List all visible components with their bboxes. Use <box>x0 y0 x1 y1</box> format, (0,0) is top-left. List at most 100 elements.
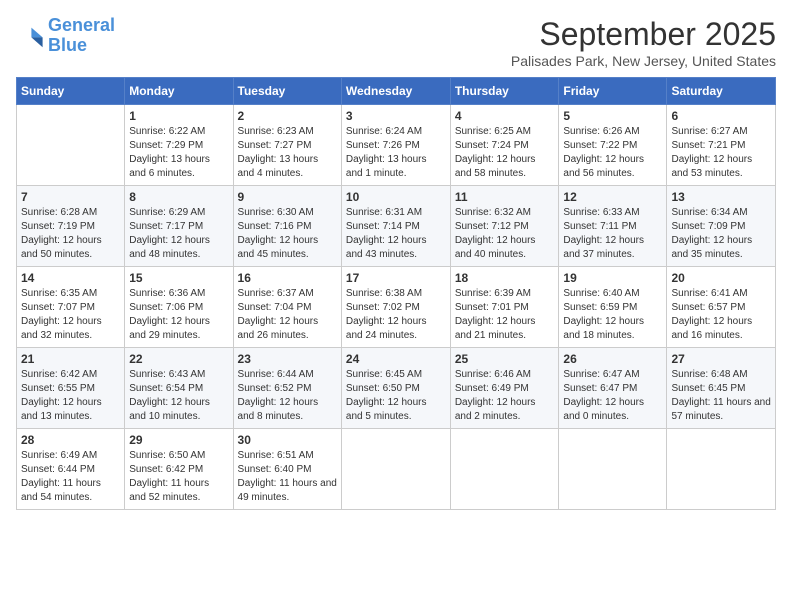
day-info: Sunrise: 6:23 AMSunset: 7:27 PMDaylight:… <box>238 125 337 181</box>
day-info: Sunrise: 6:32 AMSunset: 7:12 PMDaylight:… <box>455 206 555 262</box>
day-info: Sunrise: 6:38 AMSunset: 7:02 PMDaylight:… <box>346 287 446 343</box>
day-info: Sunrise: 6:26 AMSunset: 7:22 PMDaylight:… <box>563 125 662 181</box>
calendar-cell <box>559 429 667 510</box>
calendar-cell: 25Sunrise: 6:46 AMSunset: 6:49 PMDayligh… <box>450 348 559 429</box>
calendar-cell: 29Sunrise: 6:50 AMSunset: 6:42 PMDayligh… <box>125 429 233 510</box>
calendar-cell: 16 Sunrise: 6:37 AMSunset: 7:04 PMDayligh… <box>233 267 341 348</box>
day-number: 7 <box>21 190 120 204</box>
day-number: 20 <box>671 271 771 285</box>
title-area: September 2025 Palisades Park, New Jerse… <box>511 16 776 69</box>
calendar-cell: 19 Sunrise: 6:40 AMSunset: 6:59 PMDayligh… <box>559 267 667 348</box>
day-number: 23 <box>238 352 337 366</box>
day-info: Sunrise: 6:29 AMSunset: 7:17 PMDaylight:… <box>129 206 228 262</box>
day-info: Sunrise: 6:49 AMSunset: 6:44 PMDaylight:… <box>21 449 120 505</box>
calendar-header-row: SundayMondayTuesdayWednesdayThursdayFrid… <box>17 78 776 105</box>
day-number: 29 <box>129 433 228 447</box>
day-number: 4 <box>455 109 555 123</box>
day-info: Sunrise: 6:37 AMSunset: 7:04 PMDaylight:… <box>238 287 337 343</box>
day-info: Sunrise: 6:31 AMSunset: 7:14 PMDaylight:… <box>346 206 446 262</box>
calendar-table: SundayMondayTuesdayWednesdayThursdayFrid… <box>16 77 776 510</box>
week-row-2: 7 Sunrise: 6:28 AMSunset: 7:19 PMDaylight… <box>17 186 776 267</box>
day-info: Sunrise: 6:48 AMSunset: 6:45 PMDaylight:… <box>671 368 771 424</box>
day-number: 9 <box>238 190 337 204</box>
day-info: Sunrise: 6:28 AMSunset: 7:19 PMDaylight:… <box>21 206 120 262</box>
col-header-saturday: Saturday <box>667 78 776 105</box>
calendar-cell: 5 Sunrise: 6:26 AMSunset: 7:22 PMDaylight… <box>559 105 667 186</box>
calendar-cell: 14Sunrise: 6:35 AMSunset: 7:07 PMDayligh… <box>17 267 125 348</box>
calendar-cell: 28 Sunrise: 6:49 AMSunset: 6:44 PMDayligh… <box>17 429 125 510</box>
calendar-cell: 20 Sunrise: 6:41 AMSunset: 6:57 PMDayligh… <box>667 267 776 348</box>
day-info: Sunrise: 6:24 AMSunset: 7:26 PMDaylight:… <box>346 125 446 181</box>
calendar-cell: 22Sunrise: 6:43 AMSunset: 6:54 PMDayligh… <box>125 348 233 429</box>
day-info: Sunrise: 6:43 AMSunset: 6:54 PMDaylight:… <box>129 368 228 424</box>
day-info: Sunrise: 6:40 AMSunset: 6:59 PMDaylight:… <box>563 287 662 343</box>
calendar-cell: 15Sunrise: 6:36 AMSunset: 7:06 PMDayligh… <box>125 267 233 348</box>
day-info: Sunrise: 6:33 AMSunset: 7:11 PMDaylight:… <box>563 206 662 262</box>
col-header-wednesday: Wednesday <box>341 78 450 105</box>
calendar-cell: 18 Sunrise: 6:39 AMSunset: 7:01 PMDayligh… <box>450 267 559 348</box>
col-header-tuesday: Tuesday <box>233 78 341 105</box>
calendar-cell: 6Sunrise: 6:27 AMSunset: 7:21 PMDaylight… <box>667 105 776 186</box>
day-info: Sunrise: 6:25 AMSunset: 7:24 PMDaylight:… <box>455 125 555 181</box>
calendar-cell: 2Sunrise: 6:23 AMSunset: 7:27 PMDaylight… <box>233 105 341 186</box>
day-info: Sunrise: 6:44 AMSunset: 6:52 PMDaylight:… <box>238 368 337 424</box>
calendar-cell: 13 Sunrise: 6:34 AMSunset: 7:09 PMDayligh… <box>667 186 776 267</box>
day-number: 15 <box>129 271 228 285</box>
day-number: 28 <box>21 433 120 447</box>
day-info: Sunrise: 6:51 AMSunset: 6:40 PMDaylight:… <box>238 449 337 505</box>
day-number: 3 <box>346 109 446 123</box>
day-number: 6 <box>671 109 771 123</box>
day-number: 24 <box>346 352 446 366</box>
week-row-4: 21 Sunrise: 6:42 AMSunset: 6:55 PMDayligh… <box>17 348 776 429</box>
day-number: 21 <box>21 352 120 366</box>
calendar-cell: 8Sunrise: 6:29 AMSunset: 7:17 PMDaylight… <box>125 186 233 267</box>
day-number: 1 <box>129 109 228 123</box>
calendar-cell: 4 Sunrise: 6:25 AMSunset: 7:24 PMDaylight… <box>450 105 559 186</box>
day-info: Sunrise: 6:34 AMSunset: 7:09 PMDaylight:… <box>671 206 771 262</box>
calendar-cell: 24Sunrise: 6:45 AMSunset: 6:50 PMDayligh… <box>341 348 450 429</box>
day-info: Sunrise: 6:46 AMSunset: 6:49 PMDaylight:… <box>455 368 555 424</box>
calendar-cell: 9 Sunrise: 6:30 AMSunset: 7:16 PMDaylight… <box>233 186 341 267</box>
calendar-cell: 21 Sunrise: 6:42 AMSunset: 6:55 PMDayligh… <box>17 348 125 429</box>
day-info: Sunrise: 6:47 AMSunset: 6:47 PMDaylight:… <box>563 368 662 424</box>
day-info: Sunrise: 6:42 AMSunset: 6:55 PMDaylight:… <box>21 368 120 424</box>
calendar-cell <box>341 429 450 510</box>
day-number: 16 <box>238 271 337 285</box>
header-area: General Blue September 2025 Palisades Pa… <box>16 16 776 69</box>
col-header-friday: Friday <box>559 78 667 105</box>
day-info: Sunrise: 6:35 AMSunset: 7:07 PMDaylight:… <box>21 287 120 343</box>
calendar-cell: 30 Sunrise: 6:51 AMSunset: 6:40 PMDayligh… <box>233 429 341 510</box>
location-subtitle: Palisades Park, New Jersey, United State… <box>511 53 776 69</box>
day-number: 12 <box>563 190 662 204</box>
calendar-cell: 23 Sunrise: 6:44 AMSunset: 6:52 PMDayligh… <box>233 348 341 429</box>
day-number: 11 <box>455 190 555 204</box>
day-number: 27 <box>671 352 771 366</box>
day-number: 10 <box>346 190 446 204</box>
week-row-5: 28 Sunrise: 6:49 AMSunset: 6:44 PMDayligh… <box>17 429 776 510</box>
day-number: 18 <box>455 271 555 285</box>
calendar-cell: 1 Sunrise: 6:22 AMSunset: 7:29 PMDaylight… <box>125 105 233 186</box>
calendar-cell <box>17 105 125 186</box>
calendar-cell: 11 Sunrise: 6:32 AMSunset: 7:12 PMDayligh… <box>450 186 559 267</box>
day-info: Sunrise: 6:30 AMSunset: 7:16 PMDaylight:… <box>238 206 337 262</box>
logo-line1: General <box>48 15 115 35</box>
day-number: 13 <box>671 190 771 204</box>
calendar-cell: 3 Sunrise: 6:24 AMSunset: 7:26 PMDaylight… <box>341 105 450 186</box>
day-number: 17 <box>346 271 446 285</box>
day-number: 19 <box>563 271 662 285</box>
logo: General Blue <box>16 16 115 56</box>
col-header-sunday: Sunday <box>17 78 125 105</box>
calendar-cell: 7 Sunrise: 6:28 AMSunset: 7:19 PMDaylight… <box>17 186 125 267</box>
day-info: Sunrise: 6:22 AMSunset: 7:29 PMDaylight:… <box>129 125 228 181</box>
day-number: 30 <box>238 433 337 447</box>
logo-line2: Blue <box>48 36 115 56</box>
week-row-3: 14Sunrise: 6:35 AMSunset: 7:07 PMDayligh… <box>17 267 776 348</box>
day-number: 5 <box>563 109 662 123</box>
col-header-monday: Monday <box>125 78 233 105</box>
logo-icon <box>16 22 44 50</box>
calendar-cell: 27 Sunrise: 6:48 AMSunset: 6:45 PMDayligh… <box>667 348 776 429</box>
col-header-thursday: Thursday <box>450 78 559 105</box>
day-info: Sunrise: 6:41 AMSunset: 6:57 PMDaylight:… <box>671 287 771 343</box>
calendar-cell: 12 Sunrise: 6:33 AMSunset: 7:11 PMDayligh… <box>559 186 667 267</box>
day-info: Sunrise: 6:39 AMSunset: 7:01 PMDaylight:… <box>455 287 555 343</box>
